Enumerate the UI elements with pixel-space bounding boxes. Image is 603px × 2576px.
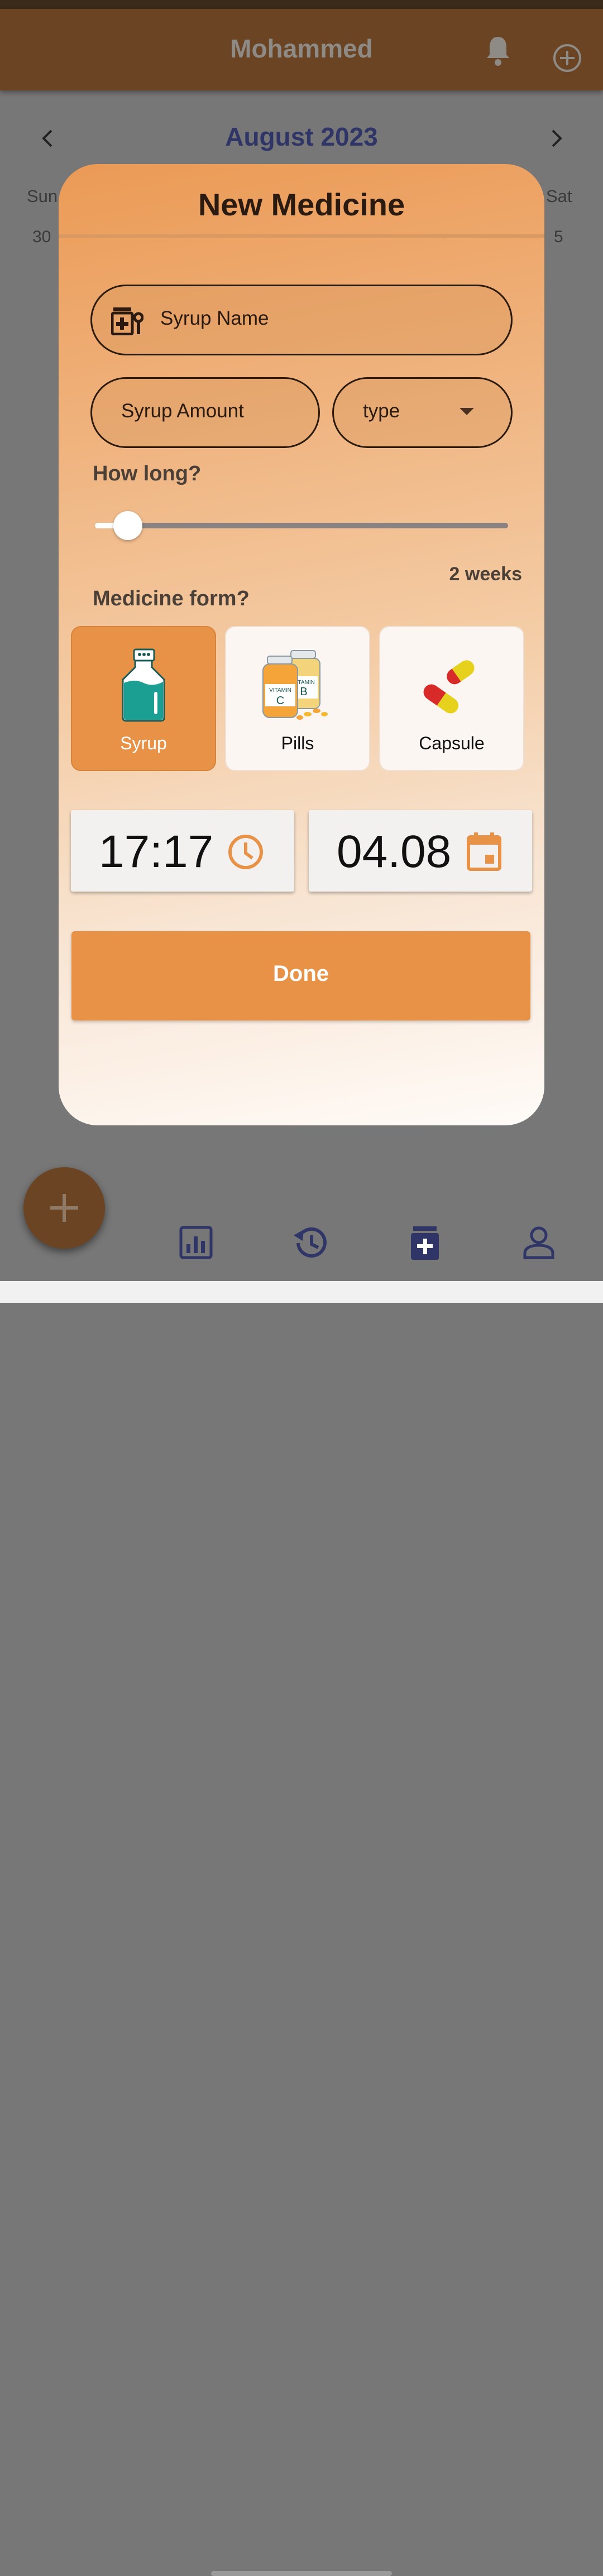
dialog-title: New Medicine — [198, 187, 405, 222]
form-option-label: Capsule — [419, 733, 485, 753]
app-title: Mohammed — [230, 34, 373, 63]
syrup-amount-placeholder: Syrup Amount — [121, 400, 244, 422]
duration-value: 2 weeks — [449, 564, 522, 585]
form-option-label: Syrup — [120, 733, 167, 753]
system-nav-bar — [0, 1281, 603, 2576]
type-dropdown[interactable]: type — [332, 377, 513, 448]
weekday-sat: Sat — [546, 186, 572, 206]
dropdown-arrow-icon — [460, 408, 474, 415]
duration-label: How long? — [93, 462, 202, 485]
form-option-label: Pills — [281, 733, 314, 753]
svg-text:C: C — [276, 695, 284, 707]
weekday-sun: Sun — [27, 186, 58, 206]
new-medicine-dialog: New Medicine Syrup Name Syrup Amount typ… — [59, 164, 544, 1125]
calendar-icon — [467, 832, 501, 871]
form-option-pills[interactable]: VITAMIN B VITAMIN C Pills — [225, 626, 370, 771]
duration-slider-thumb[interactable] — [113, 511, 143, 540]
medication-icon — [111, 307, 143, 335]
home-indicator[interactable] — [211, 2571, 392, 2576]
history-icon[interactable] — [290, 1223, 329, 1262]
medicine-form-label: Medicine form? — [93, 587, 250, 610]
clock-icon — [228, 835, 263, 869]
app-bar: Mohammed — [0, 9, 603, 90]
stats-chart-icon[interactable] — [176, 1223, 216, 1262]
calendar-day[interactable]: 5 — [554, 228, 563, 247]
syrup-bottle-icon — [122, 648, 165, 722]
status-bar — [0, 0, 603, 9]
calendar-day[interactable]: 30 — [32, 228, 51, 247]
form-option-syrup[interactable]: Syrup — [71, 626, 216, 771]
date-picker[interactable]: 04.08 — [309, 810, 532, 892]
type-placeholder: type — [363, 400, 400, 422]
time-value: 17:17 — [99, 826, 214, 877]
capsule-icon — [423, 660, 475, 714]
pills-bottles-icon: VITAMIN B VITAMIN C — [262, 650, 328, 720]
done-button[interactable]: Done — [71, 931, 530, 1020]
form-option-capsule[interactable]: Capsule — [379, 626, 524, 771]
date-value: 04.08 — [337, 826, 452, 877]
svg-text:VITAMIN: VITAMIN — [269, 687, 291, 694]
syrup-name-input[interactable]: Syrup Name — [90, 285, 513, 355]
syrup-amount-input[interactable]: Syrup Amount — [90, 377, 320, 448]
add-fab-button[interactable] — [23, 1167, 105, 1249]
svg-text:B: B — [300, 686, 307, 698]
duration-slider-track[interactable] — [95, 523, 508, 528]
calendar-month: August 2023 — [225, 122, 378, 151]
time-picker[interactable]: 17:17 — [71, 810, 294, 892]
next-month-icon[interactable] — [548, 127, 565, 150]
medicine-icon[interactable] — [405, 1223, 444, 1262]
profile-icon[interactable] — [519, 1223, 558, 1262]
add-circle-icon[interactable] — [553, 44, 582, 73]
notifications-bell-icon[interactable] — [485, 33, 511, 67]
done-button-label: Done — [273, 961, 329, 986]
title-divider — [59, 234, 544, 238]
syrup-name-placeholder: Syrup Name — [160, 307, 269, 329]
